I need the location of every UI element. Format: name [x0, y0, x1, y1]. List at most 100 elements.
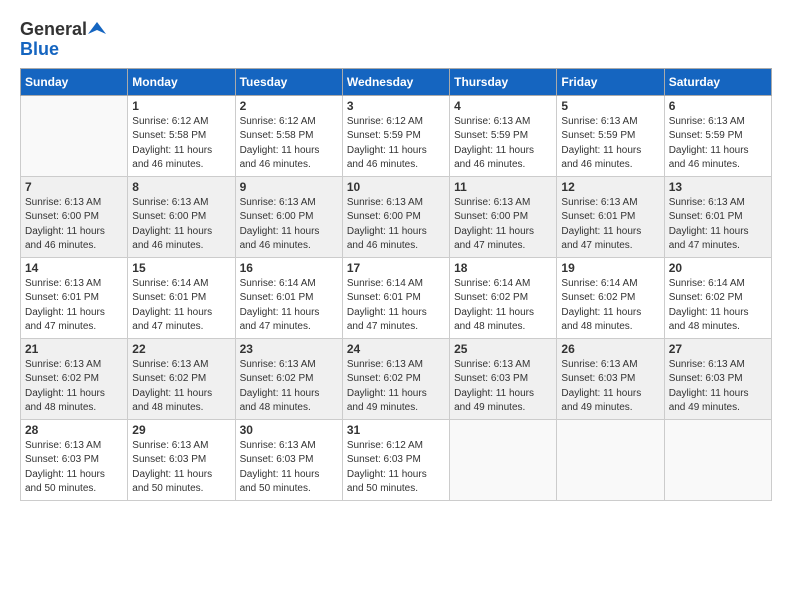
day-info: Sunrise: 6:13 AMSunset: 5:59 PMDaylight:…: [561, 115, 659, 173]
page-header: General Blue: [20, 20, 772, 60]
day-number: 26: [561, 342, 659, 356]
day-info: Sunrise: 6:14 AMSunset: 6:02 PMDaylight:…: [561, 277, 659, 335]
day-number: 8: [132, 180, 230, 194]
day-info: Sunrise: 6:13 AMSunset: 6:02 PMDaylight:…: [25, 358, 123, 416]
day-info: Sunrise: 6:13 AMSunset: 6:01 PMDaylight:…: [561, 196, 659, 254]
day-info: Sunrise: 6:13 AMSunset: 6:03 PMDaylight:…: [25, 439, 123, 497]
day-number: 4: [454, 99, 552, 113]
calendar-week-row: 28Sunrise: 6:13 AMSunset: 6:03 PMDayligh…: [21, 419, 772, 500]
day-number: 7: [25, 180, 123, 194]
calendar-day-cell: 7 Sunrise: 6:13 AMSunset: 6:00 PMDaylight…: [21, 176, 128, 257]
day-number: 21: [25, 342, 123, 356]
calendar-day-cell: 29Sunrise: 6:13 AMSunset: 6:03 PMDayligh…: [128, 419, 235, 500]
day-info: Sunrise: 6:14 AMSunset: 6:02 PMDaylight:…: [454, 277, 552, 335]
weekday-header-thursday: Thursday: [450, 68, 557, 95]
day-info: Sunrise: 6:12 AMSunset: 5:58 PMDaylight:…: [132, 115, 230, 173]
calendar-day-cell: [557, 419, 664, 500]
calendar-day-cell: 16 Sunrise: 6:14 AMSunset: 6:01 PMDayligh…: [235, 257, 342, 338]
calendar-day-cell: 27 Sunrise: 6:13 AMSunset: 6:03 PMDayligh…: [664, 338, 771, 419]
calendar-day-cell: 18 Sunrise: 6:14 AMSunset: 6:02 PMDayligh…: [450, 257, 557, 338]
day-number: 27: [669, 342, 767, 356]
logo-text-blue: Blue: [20, 40, 106, 60]
calendar-day-cell: 25 Sunrise: 6:13 AMSunset: 6:03 PMDayligh…: [450, 338, 557, 419]
calendar-day-cell: 5Sunrise: 6:13 AMSunset: 5:59 PMDaylight…: [557, 95, 664, 176]
day-number: 16: [240, 261, 338, 275]
logo-text-general: General: [20, 20, 87, 40]
day-number: 22: [132, 342, 230, 356]
day-info: Sunrise: 6:13 AMSunset: 6:02 PMDaylight:…: [132, 358, 230, 416]
weekday-header-friday: Friday: [557, 68, 664, 95]
logo: General Blue: [20, 20, 106, 60]
day-info: Sunrise: 6:13 AMSunset: 6:00 PMDaylight:…: [25, 196, 123, 254]
day-number: 18: [454, 261, 552, 275]
calendar-day-cell: [450, 419, 557, 500]
day-number: 1: [132, 99, 230, 113]
calendar-day-cell: 11 Sunrise: 6:13 AMSunset: 6:00 PMDayligh…: [450, 176, 557, 257]
day-info: Sunrise: 6:12 AMSunset: 6:03 PMDaylight:…: [347, 439, 445, 497]
weekday-header-saturday: Saturday: [664, 68, 771, 95]
day-number: 9: [240, 180, 338, 194]
day-info: Sunrise: 6:14 AMSunset: 6:01 PMDaylight:…: [132, 277, 230, 335]
calendar-day-cell: 2 Sunrise: 6:12 AMSunset: 5:58 PMDaylight…: [235, 95, 342, 176]
calendar-day-cell: 15 Sunrise: 6:14 AMSunset: 6:01 PMDayligh…: [128, 257, 235, 338]
calendar-day-cell: 24 Sunrise: 6:13 AMSunset: 6:02 PMDayligh…: [342, 338, 449, 419]
day-number: 12: [561, 180, 659, 194]
day-info: Sunrise: 6:13 AMSunset: 6:03 PMDaylight:…: [454, 358, 552, 416]
weekday-header-monday: Monday: [128, 68, 235, 95]
calendar-day-cell: 17 Sunrise: 6:14 AMSunset: 6:01 PMDayligh…: [342, 257, 449, 338]
day-info: Sunrise: 6:13 AMSunset: 5:59 PMDaylight:…: [454, 115, 552, 173]
day-info: Sunrise: 6:13 AMSunset: 6:00 PMDaylight:…: [454, 196, 552, 254]
calendar-day-cell: 19 Sunrise: 6:14 AMSunset: 6:02 PMDayligh…: [557, 257, 664, 338]
calendar-week-row: 7 Sunrise: 6:13 AMSunset: 6:00 PMDaylight…: [21, 176, 772, 257]
calendar-day-cell: 1 Sunrise: 6:12 AMSunset: 5:58 PMDaylight…: [128, 95, 235, 176]
calendar-day-cell: 23Sunrise: 6:13 AMSunset: 6:02 PMDayligh…: [235, 338, 342, 419]
weekday-header-wednesday: Wednesday: [342, 68, 449, 95]
day-info: Sunrise: 6:13 AMSunset: 6:03 PMDaylight:…: [132, 439, 230, 497]
calendar-day-cell: 30 Sunrise: 6:13 AMSunset: 6:03 PMDayligh…: [235, 419, 342, 500]
day-info: Sunrise: 6:13 AMSunset: 6:02 PMDaylight:…: [240, 358, 338, 416]
day-number: 14: [25, 261, 123, 275]
calendar-day-cell: 6Sunrise: 6:13 AMSunset: 5:59 PMDaylight…: [664, 95, 771, 176]
calendar-table: SundayMondayTuesdayWednesdayThursdayFrid…: [20, 68, 772, 501]
calendar-day-cell: 9 Sunrise: 6:13 AMSunset: 6:00 PMDaylight…: [235, 176, 342, 257]
day-number: 19: [561, 261, 659, 275]
day-info: Sunrise: 6:13 AMSunset: 6:00 PMDaylight:…: [347, 196, 445, 254]
day-number: 31: [347, 423, 445, 437]
day-info: Sunrise: 6:14 AMSunset: 6:02 PMDaylight:…: [669, 277, 767, 335]
calendar-day-cell: 3Sunrise: 6:12 AMSunset: 5:59 PMDaylight…: [342, 95, 449, 176]
day-number: 2: [240, 99, 338, 113]
calendar-day-cell: [21, 95, 128, 176]
logo-bird-icon: [88, 20, 106, 38]
calendar-day-cell: 14Sunrise: 6:13 AMSunset: 6:01 PMDayligh…: [21, 257, 128, 338]
day-info: Sunrise: 6:14 AMSunset: 6:01 PMDaylight:…: [347, 277, 445, 335]
day-number: 13: [669, 180, 767, 194]
day-info: Sunrise: 6:13 AMSunset: 6:03 PMDaylight:…: [561, 358, 659, 416]
weekday-header-sunday: Sunday: [21, 68, 128, 95]
day-info: Sunrise: 6:12 AMSunset: 5:58 PMDaylight:…: [240, 115, 338, 173]
day-info: Sunrise: 6:13 AMSunset: 6:02 PMDaylight:…: [347, 358, 445, 416]
day-number: 6: [669, 99, 767, 113]
day-number: 11: [454, 180, 552, 194]
day-info: Sunrise: 6:13 AMSunset: 6:03 PMDaylight:…: [240, 439, 338, 497]
calendar-day-cell: 12 Sunrise: 6:13 AMSunset: 6:01 PMDayligh…: [557, 176, 664, 257]
day-info: Sunrise: 6:14 AMSunset: 6:01 PMDaylight:…: [240, 277, 338, 335]
day-info: Sunrise: 6:13 AMSunset: 6:00 PMDaylight:…: [240, 196, 338, 254]
day-info: Sunrise: 6:13 AMSunset: 6:03 PMDaylight:…: [669, 358, 767, 416]
calendar-week-row: 1 Sunrise: 6:12 AMSunset: 5:58 PMDaylight…: [21, 95, 772, 176]
calendar-day-cell: 8Sunrise: 6:13 AMSunset: 6:00 PMDaylight…: [128, 176, 235, 257]
calendar-day-cell: 21 Sunrise: 6:13 AMSunset: 6:02 PMDayligh…: [21, 338, 128, 419]
calendar-day-cell: 26 Sunrise: 6:13 AMSunset: 6:03 PMDayligh…: [557, 338, 664, 419]
calendar-day-cell: 20Sunrise: 6:14 AMSunset: 6:02 PMDayligh…: [664, 257, 771, 338]
calendar-day-cell: 31 Sunrise: 6:12 AMSunset: 6:03 PMDayligh…: [342, 419, 449, 500]
day-number: 25: [454, 342, 552, 356]
weekday-header-row: SundayMondayTuesdayWednesdayThursdayFrid…: [21, 68, 772, 95]
calendar-day-cell: 4 Sunrise: 6:13 AMSunset: 5:59 PMDaylight…: [450, 95, 557, 176]
calendar-day-cell: 10Sunrise: 6:13 AMSunset: 6:00 PMDayligh…: [342, 176, 449, 257]
day-number: 15: [132, 261, 230, 275]
day-number: 30: [240, 423, 338, 437]
day-number: 24: [347, 342, 445, 356]
day-number: 3: [347, 99, 445, 113]
day-info: Sunrise: 6:13 AMSunset: 6:01 PMDaylight:…: [669, 196, 767, 254]
day-number: 17: [347, 261, 445, 275]
calendar-week-row: 21 Sunrise: 6:13 AMSunset: 6:02 PMDayligh…: [21, 338, 772, 419]
